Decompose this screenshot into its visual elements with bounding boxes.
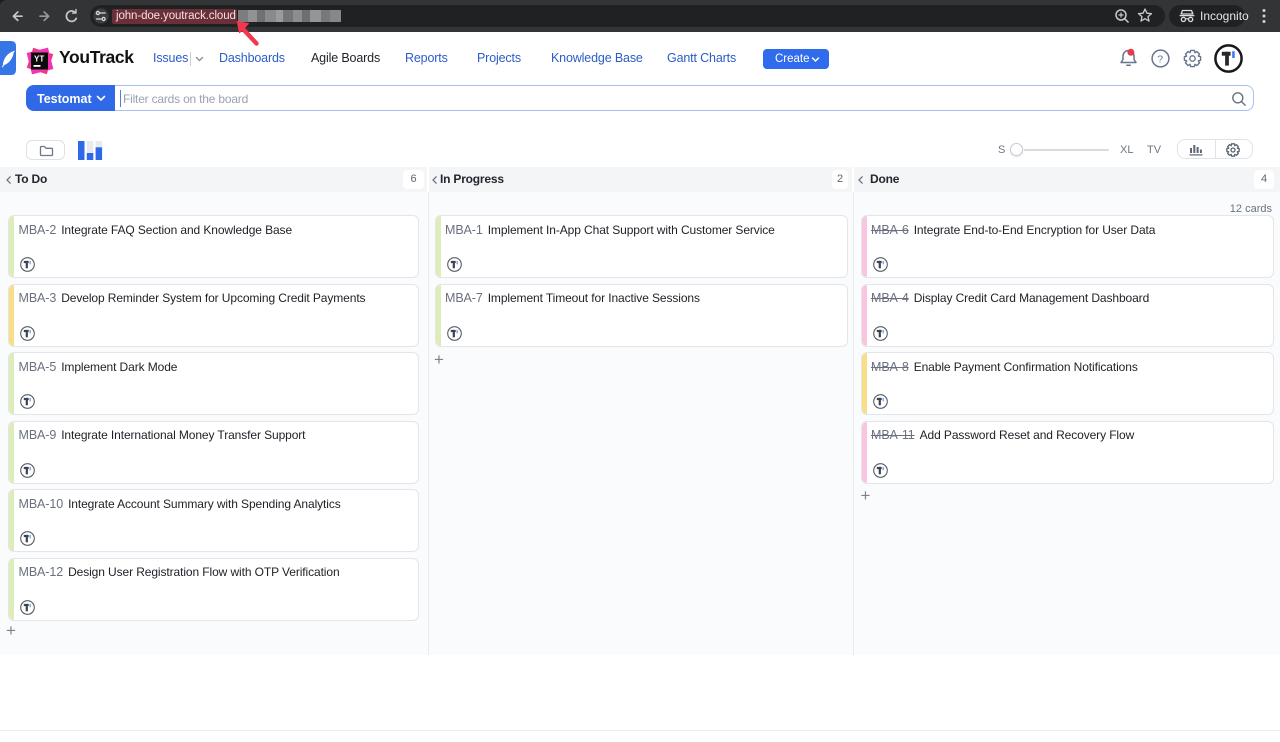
- svg-text:?: ?: [1157, 53, 1163, 65]
- svg-text:YT: YT: [34, 55, 44, 64]
